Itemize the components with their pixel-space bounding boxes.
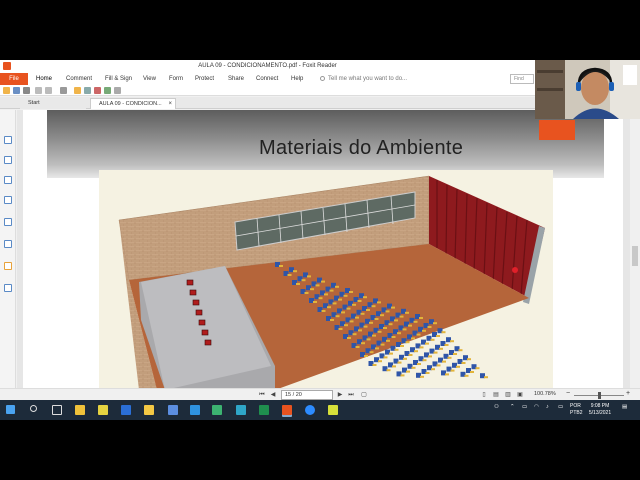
print-icon[interactable] <box>23 87 30 94</box>
excel-icon[interactable] <box>259 405 269 415</box>
auditorium-render <box>99 170 553 390</box>
menu-form[interactable]: Form <box>169 76 183 82</box>
menu-connect[interactable]: Connect <box>256 76 278 82</box>
snapshot-icon[interactable] <box>84 87 91 94</box>
windows-taskbar: ⚇ ⌃ ▭ ◠ ♪ ▭ POR PTB2 9:08 PM 5/13/2021 ▤ <box>0 400 640 420</box>
status-bar: ⏮ ◀ 15 / 20 ▶ ⏭ ▢ ▯ ▤ ▥ ▣ 100.78% − + <box>0 388 640 400</box>
bookmark-panel-icon[interactable] <box>4 136 12 144</box>
undo-icon[interactable] <box>35 87 42 94</box>
notepad-icon[interactable] <box>144 405 154 415</box>
document-area[interactable]: Materiais do Ambiente <box>17 110 630 390</box>
foxit-reader-taskbar-icon[interactable] <box>282 405 292 415</box>
windows-start-icon[interactable] <box>6 405 15 414</box>
page-number-input[interactable]: 15 / 20 <box>281 390 333 400</box>
last-page-icon[interactable]: ⏭ <box>347 391 355 399</box>
save-icon[interactable] <box>13 87 20 94</box>
clock-time: 9:08 PM <box>590 403 610 409</box>
continuous-view-icon[interactable]: ▤ <box>492 391 500 399</box>
edit-icon[interactable] <box>104 87 111 94</box>
prev-page-icon[interactable]: ◀ <box>269 391 277 399</box>
menu-fill-sign[interactable]: Fill & Sign <box>105 76 132 82</box>
tools-panel-icon[interactable] <box>4 284 12 292</box>
pdf-icon[interactable] <box>94 87 101 94</box>
next-page-icon[interactable]: ▶ <box>336 391 344 399</box>
menu-view[interactable]: View <box>143 76 156 82</box>
menu-share[interactable]: Share <box>228 76 244 82</box>
zoom-out-icon[interactable]: − <box>566 390 570 397</box>
language-top: POR <box>570 403 581 409</box>
tab-start[interactable]: Start <box>20 98 86 109</box>
tab-start-label: Start <box>28 100 40 106</box>
title-bar: AULA 09 - CONDICIONAMENTO.pdf - Foxit Re… <box>0 60 535 73</box>
tray-chevron-icon[interactable]: ⌃ <box>510 404 515 410</box>
search-icon[interactable] <box>30 405 37 412</box>
zoom-slider-handle[interactable] <box>598 392 601 399</box>
facing-view-icon[interactable]: ▥ <box>504 391 512 399</box>
sticky-notes-icon[interactable] <box>98 405 108 415</box>
network-icon[interactable]: ▭ <box>522 404 527 410</box>
file-menu[interactable]: File <box>0 73 28 85</box>
people-icon[interactable]: ⚇ <box>494 404 499 410</box>
security-panel-icon[interactable] <box>4 262 12 270</box>
lightbulb-icon <box>320 76 325 81</box>
tab-document-label: AULA 09 - CONDICION... <box>99 101 162 107</box>
language-bottom: PTB2 <box>570 410 583 416</box>
layers-panel-icon[interactable] <box>4 176 12 184</box>
slide-title: Materiais do Ambiente <box>259 137 464 159</box>
tab-document[interactable]: AULA 09 - CONDICION... × <box>90 98 176 109</box>
scrollbar-thumb[interactable] <box>632 246 638 266</box>
folder-icon[interactable] <box>74 87 81 94</box>
single-page-view-icon[interactable]: ▯ <box>480 391 488 399</box>
redo-icon[interactable] <box>45 87 52 94</box>
menu-protect[interactable]: Protect <box>195 76 214 82</box>
clock[interactable]: 9:08 PM 5/13/2021 <box>586 403 614 417</box>
task-view-icon[interactable] <box>52 405 62 415</box>
notifications-icon[interactable]: ▤ <box>622 404 627 410</box>
two-page-icon[interactable]: ▢ <box>360 391 368 399</box>
webcam-person-image <box>535 60 640 119</box>
signatures-panel-icon[interactable] <box>4 240 12 248</box>
menu-home[interactable]: Home <box>36 76 52 82</box>
attachments-panel-icon[interactable] <box>4 218 12 226</box>
maps-icon[interactable] <box>212 405 222 415</box>
comments-panel-icon[interactable] <box>4 196 12 204</box>
ribbon-menu: File Home Comment Fill & Sign View Form … <box>0 73 535 85</box>
tell-me-box[interactable]: Tell me what you want to do... <box>320 76 407 82</box>
calculator-icon[interactable] <box>236 405 246 415</box>
open-icon[interactable] <box>3 87 10 94</box>
wifi-icon[interactable]: ◠ <box>534 404 539 410</box>
fit-view-icon[interactable]: ▣ <box>516 391 524 399</box>
pdf-page: Materiais do Ambiente <box>23 110 623 390</box>
file-explorer-icon[interactable] <box>75 405 85 415</box>
left-sidebar <box>0 110 16 390</box>
volume-icon[interactable]: ♪ <box>546 404 549 410</box>
webcam-feed <box>535 60 640 119</box>
zoom-app-icon[interactable] <box>305 405 315 415</box>
word-icon[interactable] <box>121 405 131 415</box>
webcam-overlay-box <box>539 120 575 140</box>
clock-date: 5/13/2021 <box>588 410 612 416</box>
close-tab-icon[interactable]: × <box>168 99 172 109</box>
auditorium-render-drawing <box>118 175 545 390</box>
customize-icon[interactable] <box>114 87 121 94</box>
pages-panel-icon[interactable] <box>4 156 12 164</box>
menu-help[interactable]: Help <box>291 76 303 82</box>
sticky-app-icon[interactable] <box>328 405 338 415</box>
find-input[interactable]: Find <box>510 74 534 84</box>
mail-icon[interactable] <box>190 405 200 415</box>
zoom-in-icon[interactable]: + <box>626 390 630 397</box>
window-title: AULA 09 - CONDICIONAMENTO.pdf - Foxit Re… <box>198 63 337 69</box>
first-page-icon[interactable]: ⏮ <box>258 391 266 399</box>
tell-me-text: Tell me what you want to do... <box>328 76 408 83</box>
vertical-scrollbar[interactable] <box>630 110 640 390</box>
battery-icon[interactable]: ▭ <box>558 404 563 410</box>
paint-icon[interactable] <box>168 405 178 415</box>
hand-tool-icon[interactable] <box>60 87 67 94</box>
app-frame: AULA 09 - CONDICIONAMENTO.pdf - Foxit Re… <box>0 60 640 420</box>
quick-toolbar <box>0 85 535 96</box>
zoom-level[interactable]: 100.78% <box>534 391 556 397</box>
menu-comment[interactable]: Comment <box>66 76 92 82</box>
language-indicator[interactable]: POR PTB2 <box>570 403 583 417</box>
